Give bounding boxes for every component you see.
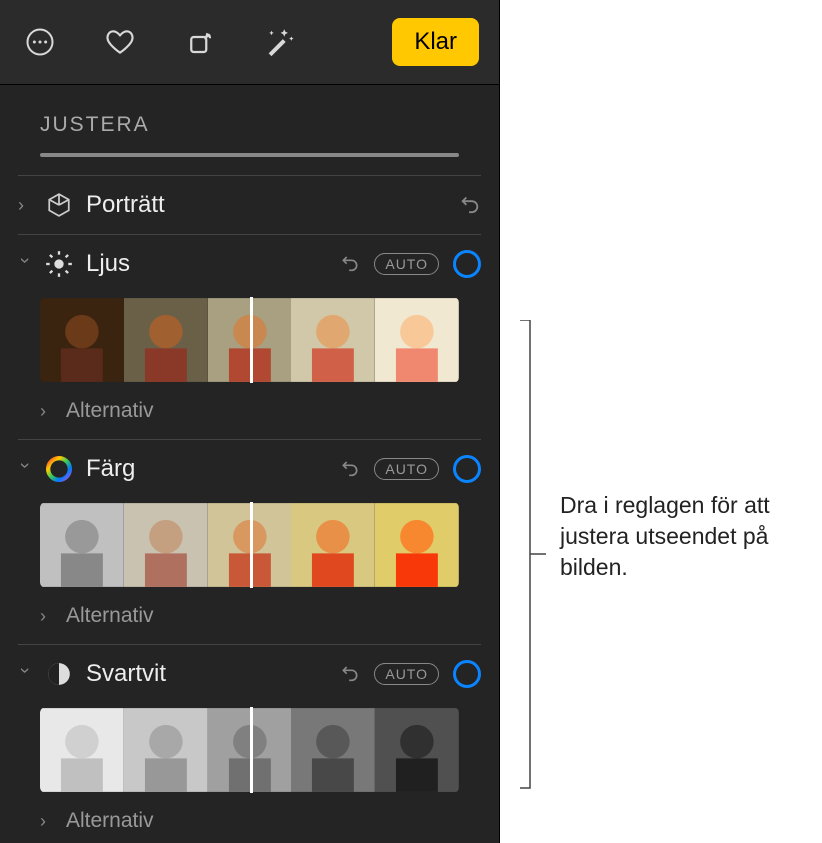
- auto-button[interactable]: AUTO: [374, 458, 439, 480]
- undo-icon[interactable]: [340, 662, 360, 687]
- bw-options[interactable]: › Alternativ: [0, 803, 499, 839]
- options-label: Alternativ: [66, 399, 154, 423]
- options-label: Alternativ: [66, 604, 154, 628]
- enhance-icon[interactable]: [260, 22, 300, 62]
- row-label: Porträtt: [86, 191, 447, 219]
- auto-button[interactable]: AUTO: [374, 663, 439, 685]
- row-color[interactable]: › Färg AUTO: [0, 440, 499, 498]
- cube-icon: [44, 190, 74, 220]
- favorite-icon[interactable]: [100, 22, 140, 62]
- light-options[interactable]: › Alternativ: [0, 393, 499, 439]
- color-slider[interactable]: [40, 502, 459, 588]
- color-wheel-icon: [44, 454, 74, 484]
- callout-bracket: [518, 320, 548, 790]
- row-label: Ljus: [86, 250, 328, 278]
- chevron-right-icon: ›: [40, 401, 54, 422]
- chevron-right-icon: ›: [18, 195, 32, 216]
- undo-icon[interactable]: [340, 457, 360, 482]
- auto-button[interactable]: AUTO: [374, 253, 439, 275]
- undo-icon[interactable]: [459, 192, 481, 219]
- section-underline: [40, 153, 459, 157]
- chevron-right-icon: ›: [40, 811, 54, 832]
- chevron-down-icon: ›: [15, 667, 36, 681]
- undo-icon[interactable]: [340, 252, 360, 277]
- halfmoon-icon: [44, 659, 74, 689]
- toggle-ring[interactable]: [453, 455, 481, 483]
- row-label: Färg: [86, 455, 328, 483]
- light-slider[interactable]: [40, 297, 459, 383]
- sun-icon: [44, 249, 74, 279]
- adjust-panel: Klar JUSTERA › Porträtt › Ljus AUTO: [0, 0, 500, 843]
- row-bw[interactable]: › Svartvit AUTO: [0, 645, 499, 703]
- chevron-right-icon: ›: [40, 606, 54, 627]
- row-label: Svartvit: [86, 660, 328, 688]
- toggle-ring[interactable]: [453, 250, 481, 278]
- options-label: Alternativ: [66, 809, 154, 833]
- rotate-icon[interactable]: [180, 22, 220, 62]
- more-icon[interactable]: [20, 22, 60, 62]
- chevron-down-icon: ›: [15, 257, 36, 271]
- callout-text: Dra i reglagen för att justera utseendet…: [560, 490, 822, 583]
- chevron-down-icon: ›: [15, 462, 36, 476]
- done-button[interactable]: Klar: [392, 18, 479, 66]
- section-title: JUSTERA: [0, 85, 499, 153]
- toggle-ring[interactable]: [453, 660, 481, 688]
- toolbar: Klar: [0, 0, 499, 85]
- bw-slider[interactable]: [40, 707, 459, 793]
- callout-area: Dra i reglagen för att justera utseendet…: [500, 0, 822, 843]
- row-portrait[interactable]: › Porträtt: [0, 176, 499, 234]
- color-options[interactable]: › Alternativ: [0, 598, 499, 644]
- row-light[interactable]: › Ljus AUTO: [0, 235, 499, 293]
